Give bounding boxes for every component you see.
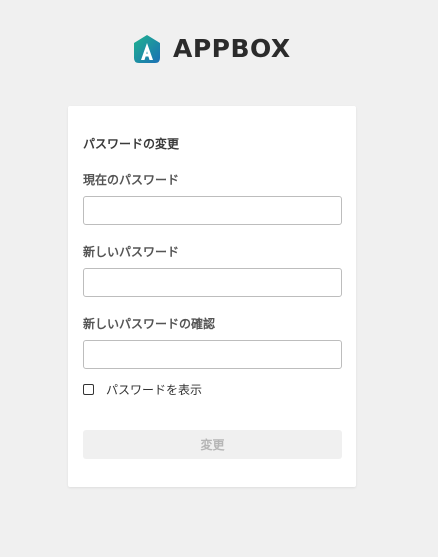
brand-name: APPBOX [173, 34, 291, 63]
confirm-password-input[interactable] [83, 340, 342, 369]
password-change-card: パスワードの変更 現在のパスワード 新しいパスワード 新しいパスワードの確認 パ… [68, 106, 356, 487]
show-password-checkbox[interactable] [83, 384, 94, 395]
current-password-input[interactable] [83, 196, 342, 225]
confirm-password-label: 新しいパスワードの確認 [83, 317, 216, 331]
page-title: パスワードの変更 [83, 137, 180, 151]
new-password-input[interactable] [83, 268, 342, 297]
new-password-label: 新しいパスワード [83, 245, 180, 259]
appbox-logo-icon [134, 35, 160, 63]
brand-logo: APPBOX [131, 33, 291, 65]
show-password-row[interactable]: パスワードを表示 [83, 381, 202, 398]
current-password-label: 現在のパスワード [83, 173, 180, 187]
change-password-button[interactable]: 変更 [83, 430, 342, 459]
show-password-label: パスワードを表示 [106, 383, 203, 397]
